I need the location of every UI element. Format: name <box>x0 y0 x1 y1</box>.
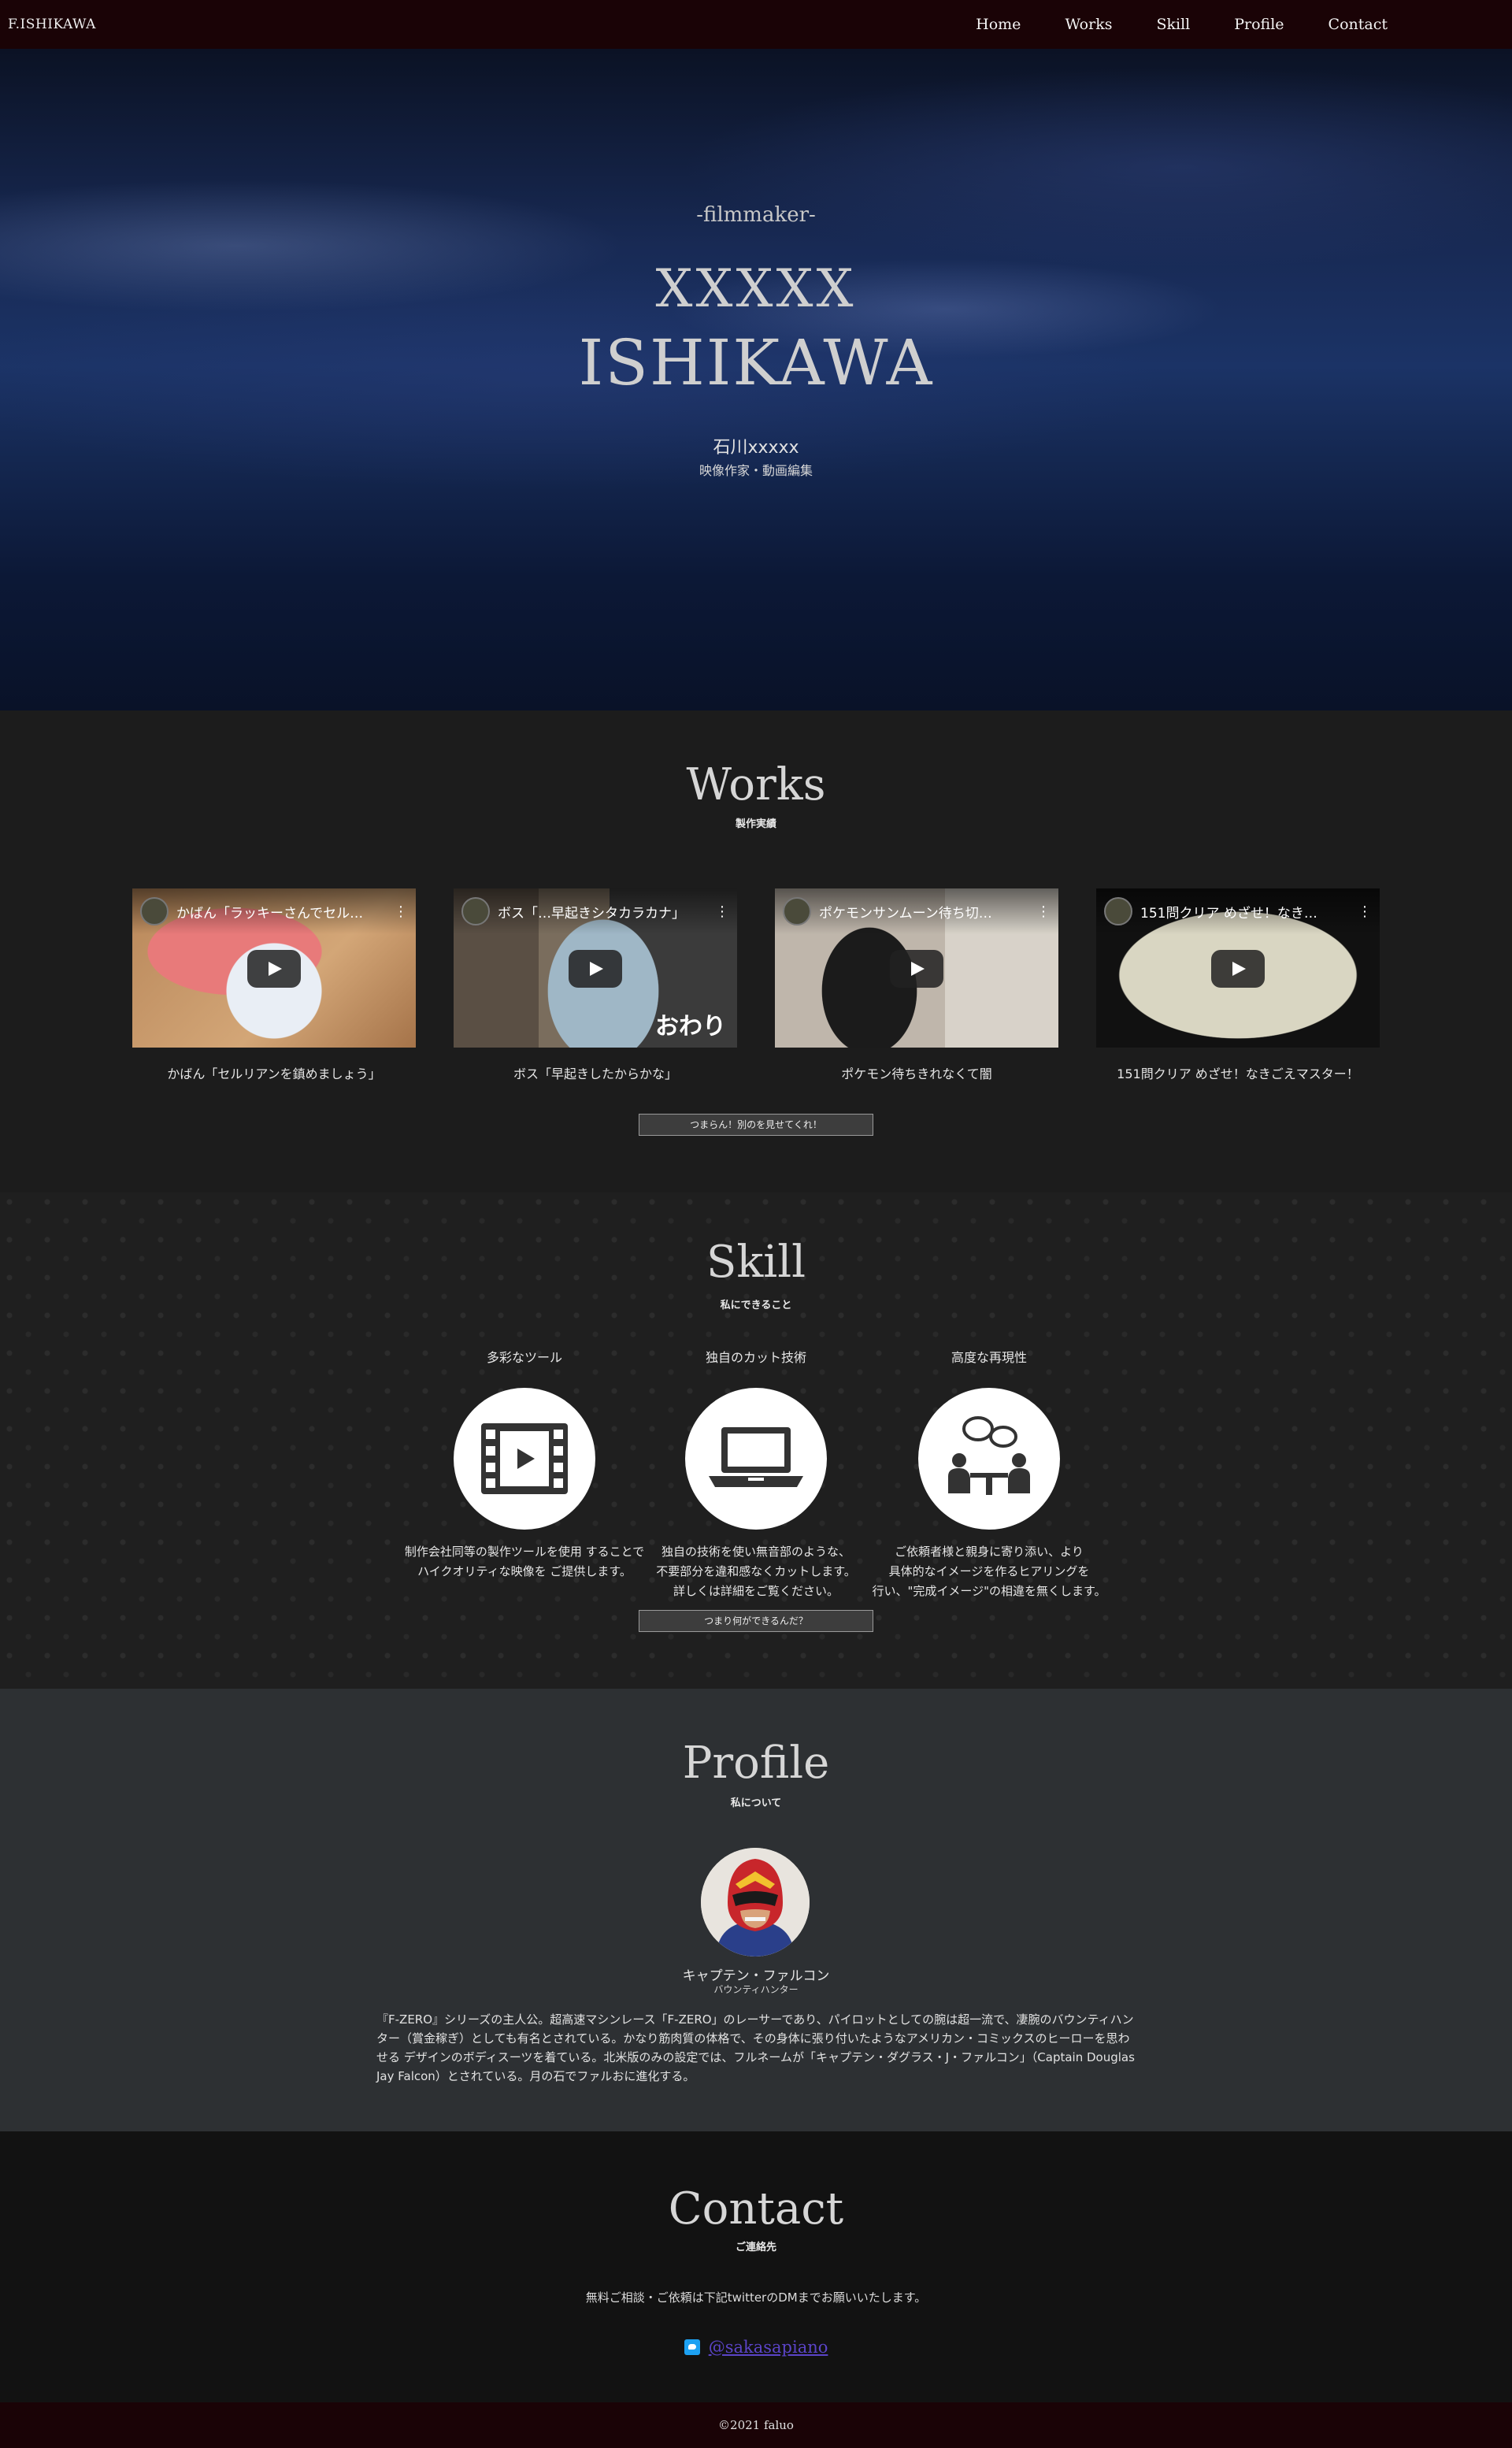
profile-bio: 『F-ZERO』シリーズの主人公。超高速マシンレース「F-ZERO」のレーサーで… <box>376 2012 1135 2083</box>
video-card: 151問クリア めざせ！なき… ⋮ 151問クリア めざせ！なきごえマスター！ <box>1096 888 1380 1082</box>
skill-desc-line: 制作会社同等の製作ツールを使用 することで <box>404 1545 645 1559</box>
profile-role: バウンティハンター <box>713 1984 799 1995</box>
skill-icon-circle <box>685 1388 827 1530</box>
contact-text: 無料ご相談・ご依頼は下記twitterのDMまでお願いいたします。 <box>585 2290 927 2305</box>
more-options-icon[interactable]: ⋮ <box>1036 903 1051 920</box>
video-caption: ポケモン待ちきれなくて闇 <box>841 1066 992 1081</box>
video-card: かばん「ラッキーさんでセル… ⋮ かばん「セルリアンを鎮めましょう」 <box>132 888 416 1082</box>
skill-desc-line: 独自の技術を使い無音部のような、 <box>661 1545 850 1559</box>
nav-skill[interactable]: Skill <box>1134 16 1212 33</box>
video-card: ボス「…早起きシタカラカナ」 ⋮ おわり ボス「早起きしたからかな」 <box>454 888 737 1082</box>
video-caption: かばん「セルリアンを鎮めましょう」 <box>167 1066 381 1081</box>
nav-profile[interactable]: Profile <box>1212 16 1306 33</box>
twitter-icon[interactable] <box>684 2339 700 2355</box>
skill-desc-line: ハイクオリティな映像を ご提供します。 <box>417 1564 632 1578</box>
hero-section: -filmmaker- XXXXX ISHIKAWA 石川xxxxx 映像作家・… <box>0 49 1512 710</box>
works-subtitle: 製作実績 <box>735 818 776 830</box>
play-icon[interactable] <box>247 950 301 988</box>
copyright-text: ©2021 faluo <box>718 2418 794 2432</box>
more-options-icon[interactable]: ⋮ <box>394 903 408 920</box>
video-title[interactable]: かばん「ラッキーさんでセル… <box>176 902 373 922</box>
play-icon[interactable] <box>1211 950 1265 988</box>
skill-label: 高度な再現性 <box>951 1350 1027 1365</box>
skill-desc-line: 具体的なイメージを作るヒアリングを <box>888 1564 1090 1578</box>
skill-desc-line: ご依頼者様と親身に寄り添い、より <box>895 1545 1084 1559</box>
channel-avatar-icon[interactable] <box>783 897 811 925</box>
skill-description: 独自の技術を使い無音部のような、 不要部分を違和感なくカットします。 詳しくは詳… <box>622 1542 890 1601</box>
profile-name: キャプテン・ファルコン <box>682 1968 830 1984</box>
video-player[interactable]: ポケモンサンムーン待ち切… ⋮ <box>775 888 1058 1048</box>
video-player[interactable]: かばん「ラッキーさんでセル… ⋮ <box>132 888 416 1048</box>
skill-item: 独自のカット技術 独自の技術を使い無音部のような、 不要部分を違和感なくカットし… <box>622 1347 890 1601</box>
video-title-bar: 151問クリア めざせ！なき… ⋮ <box>1096 888 1380 934</box>
meeting-icon <box>948 1416 1030 1495</box>
contact-section: Contact ご連絡先 無料ご相談・ご依頼は下記twitterのDMまでお願い… <box>0 2131 1512 2402</box>
hero-name-jp: 石川xxxxx <box>713 438 799 458</box>
channel-avatar-icon[interactable] <box>140 897 169 925</box>
works-title: Works <box>686 759 826 810</box>
top-navbar: F.ISHIKAWA Home Works Skill Profile Cont… <box>0 0 1512 49</box>
hero-role: 映像作家・動画編集 <box>699 463 813 478</box>
film-icon <box>481 1423 568 1494</box>
profile-subtitle: 私について <box>730 1797 782 1809</box>
nav-contact[interactable]: Contact <box>1306 16 1410 33</box>
skill-label: 多彩なツール <box>486 1350 562 1365</box>
video-card: ポケモンサンムーン待ち切… ⋮ ポケモン待ちきれなくて闇 <box>775 888 1058 1082</box>
nav-home[interactable]: Home <box>954 16 1043 33</box>
skill-label: 独自のカット技術 <box>705 1350 806 1365</box>
hero-name-first: XXXXX <box>655 258 857 319</box>
nav-works[interactable]: Works <box>1043 16 1134 33</box>
skill-icon-circle <box>454 1388 595 1530</box>
video-caption: 151問クリア めざせ！なきごえマスター！ <box>1117 1066 1359 1081</box>
video-title-bar: ボス「…早起きシタカラカナ」 ⋮ <box>454 888 737 934</box>
laptop-icon <box>709 1427 803 1487</box>
video-title[interactable]: 151問クリア めざせ！なき… <box>1140 902 1337 922</box>
contact-title: Contact <box>668 2183 844 2235</box>
works-section: Works 製作実績 かばん「ラッキーさんでセル… ⋮ かばん「セルリアンを鎮め… <box>0 710 1512 1192</box>
play-icon[interactable] <box>569 950 622 988</box>
brand-logo[interactable]: F.ISHIKAWA <box>8 17 96 32</box>
skill-title: Skill <box>706 1237 806 1288</box>
skill-section: Skill 私にできること 多彩なツール 制作会社同等の製作ツールを使用 するこ… <box>0 1192 1512 1689</box>
works-more-button[interactable]: つまらん！別のを見せてくれ！ <box>639 1114 873 1136</box>
avatar <box>701 1848 810 1957</box>
skill-description: ご依頼者様と親身に寄り添い、より 具体的なイメージを作るヒアリングを 行い、"完… <box>855 1542 1123 1601</box>
main-nav: Home Works Skill Profile Contact <box>954 16 1410 33</box>
video-title[interactable]: ポケモンサンムーン待ち切… <box>819 902 1016 922</box>
video-player[interactable]: 151問クリア めざせ！なき… ⋮ <box>1096 888 1380 1048</box>
play-icon[interactable] <box>890 950 943 988</box>
profile-section: Profile 私について キャプテン・ファルコン バウンティハンター 『F-Z… <box>0 1689 1512 2131</box>
more-options-icon[interactable]: ⋮ <box>715 903 729 920</box>
skill-item: 多彩なツール 制作会社同等の製作ツールを使用 することで ハイクオリティな映像を… <box>391 1347 658 1582</box>
video-title-bar: ポケモンサンムーン待ち切… ⋮ <box>775 888 1058 934</box>
twitter-link[interactable]: @sakasapiano <box>709 2338 828 2357</box>
more-options-icon[interactable]: ⋮ <box>1358 903 1372 920</box>
avatar-image <box>701 1848 810 1957</box>
video-title[interactable]: ボス「…早起きシタカラカナ」 <box>498 902 695 922</box>
skill-desc-line: 詳しくは詳細をご覧ください。 <box>673 1584 839 1598</box>
skill-desc-line: 行い、"完成イメージ"の相違を無くします。 <box>872 1584 1106 1598</box>
skill-more-button[interactable]: つまり何ができるんだ？ <box>639 1610 873 1632</box>
skill-description: 制作会社同等の製作ツールを使用 することで ハイクオリティな映像を ご提供します… <box>391 1542 658 1582</box>
hero-name-last: ISHIKAWA <box>578 326 934 399</box>
skill-subtitle: 私にできること <box>720 1300 792 1311</box>
thumbnail-overlay-text: おわり <box>655 1013 726 1040</box>
video-player[interactable]: ボス「…早起きシタカラカナ」 ⋮ おわり <box>454 888 737 1048</box>
profile-title: Profile <box>682 1738 830 1789</box>
skill-desc-line: 不要部分を違和感なくカットします。 <box>656 1564 856 1578</box>
contact-link-row: @sakasapiano <box>0 2338 1512 2357</box>
footer: ©2021 faluo <box>0 2402 1512 2448</box>
video-title-bar: かばん「ラッキーさんでセル… ⋮ <box>132 888 416 934</box>
channel-avatar-icon[interactable] <box>461 897 490 925</box>
skill-icon-circle <box>918 1388 1060 1530</box>
skill-item: 高度な再現性 ご依頼者様と親身に寄り添い、より 具体的なイメージを作るヒアリング… <box>855 1347 1123 1601</box>
video-caption: ボス「早起きしたからかな」 <box>513 1066 677 1081</box>
contact-subtitle: ご連絡先 <box>735 2242 776 2253</box>
channel-avatar-icon[interactable] <box>1104 897 1132 925</box>
hero-kicker: -filmmaker- <box>696 203 816 227</box>
